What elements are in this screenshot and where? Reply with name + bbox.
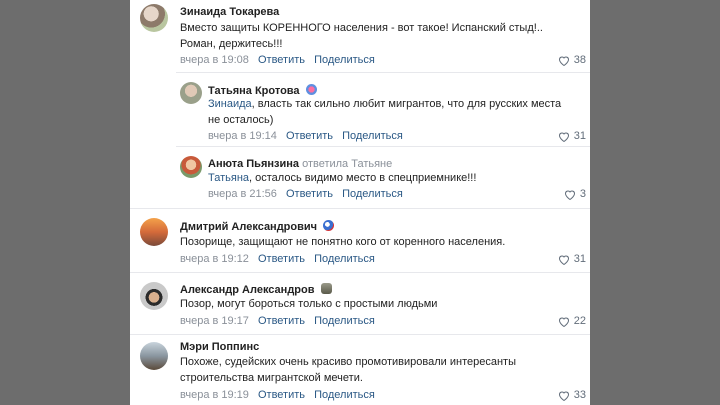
avatar[interactable]	[180, 156, 202, 178]
comment-meta: вчера в 19:19 Ответить Поделиться	[180, 389, 375, 401]
avatar[interactable]	[140, 282, 168, 310]
comment-text: Вместо защиты КОРЕННОГО населения - вот …	[180, 20, 543, 52]
comment-text: Татьяна, осталось видимо место в спецпри…	[208, 170, 476, 186]
comment-line-text: , власть так сильно любит мигрантов, что…	[251, 98, 562, 110]
divider	[130, 272, 590, 273]
like-count: 31	[573, 253, 586, 265]
divider	[130, 334, 590, 335]
comment-meta: вчера в 19:12 Ответить Поделиться	[180, 253, 375, 265]
author-name[interactable]: Зинаида Токарева	[180, 6, 279, 18]
comment-time[interactable]: вчера в 19:12	[180, 253, 249, 265]
reply-button[interactable]: Ответить	[286, 188, 333, 200]
comment-time[interactable]: вчера в 19:19	[180, 389, 249, 401]
heart-icon	[558, 56, 569, 66]
author-name-text[interactable]: Дмитрий Александрович	[180, 221, 317, 233]
comment-line: не осталось)	[208, 114, 274, 126]
like-button[interactable]: 38	[558, 54, 586, 66]
emoji-badge-icon	[320, 283, 332, 294]
share-button[interactable]: Поделиться	[342, 188, 403, 200]
comment-line: Зинаида, власть так сильно любит мигрант…	[208, 96, 561, 112]
reply-button[interactable]: Ответить	[258, 253, 305, 265]
avatar[interactable]	[180, 82, 202, 104]
like-count: 33	[573, 389, 586, 401]
reply-button[interactable]: Ответить	[258, 315, 305, 327]
heart-icon	[558, 255, 569, 265]
divider	[130, 208, 590, 209]
like-button[interactable]: 31	[558, 130, 586, 142]
comment-meta: вчера в 19:14 Ответить Поделиться	[208, 130, 403, 142]
divider	[176, 72, 590, 73]
like-button[interactable]: 33	[558, 389, 586, 401]
comment-text: Позорище, защищают не понятно кого от ко…	[180, 234, 505, 250]
comment-line: Позор, могут бороться только с простыми …	[180, 298, 438, 310]
author-name[interactable]: Александр Александров	[180, 283, 332, 296]
comment-meta: вчера в 21:56 Ответить Поделиться	[208, 188, 403, 200]
comment-line: строительства мигрантской мечети.	[180, 372, 363, 384]
share-button[interactable]: Поделиться	[314, 389, 375, 401]
reply-button[interactable]: Ответить	[286, 130, 333, 142]
comment-time[interactable]: вчера в 19:08	[180, 54, 249, 66]
comment-line: Татьяна, осталось видимо место в спецпри…	[208, 170, 476, 186]
heart-icon	[558, 132, 569, 142]
comment-line: Похоже, судейских очень красиво промотив…	[180, 356, 516, 368]
reply-button[interactable]: Ответить	[258, 389, 305, 401]
author-name[interactable]: Дмитрий Александрович	[180, 220, 335, 233]
avatar[interactable]	[140, 218, 168, 246]
comment-line: Вместо защиты КОРЕННОГО населения - вот …	[180, 22, 543, 34]
comment-line: Роман, держитесь!!!	[180, 38, 283, 50]
author-name[interactable]: Анюта Пьянзина ответила Татьяне	[208, 158, 392, 170]
author-name[interactable]: Мэри Поппинс	[180, 341, 259, 353]
comment-text: Зинаида, власть так сильно любит мигрант…	[208, 96, 561, 128]
like-count: 22	[573, 315, 586, 327]
like-count: 38	[573, 54, 586, 66]
reply-button[interactable]: Ответить	[258, 54, 305, 66]
share-button[interactable]: Поделиться	[314, 54, 375, 66]
comment-time[interactable]: вчера в 19:17	[180, 315, 249, 327]
like-count: 3	[579, 188, 586, 200]
comment-text: Похоже, судейских очень красиво промотив…	[180, 354, 516, 386]
mention-link[interactable]: Зинаида	[208, 98, 252, 110]
comment-line: Позорище, защищают не понятно кого от ко…	[180, 236, 506, 248]
author-name-text[interactable]: Анюта Пьянзина	[208, 158, 299, 170]
like-button[interactable]: 3	[564, 188, 586, 200]
comment-meta: вчера в 19:17 Ответить Поделиться	[180, 315, 375, 327]
flag-badge-icon	[323, 220, 335, 231]
reply-target[interactable]: ответила Татьяне	[302, 158, 392, 170]
heart-icon	[564, 190, 575, 200]
like-button[interactable]: 31	[558, 253, 586, 265]
divider	[176, 146, 590, 147]
share-button[interactable]: Поделиться	[314, 315, 375, 327]
heart-icon	[558, 317, 569, 327]
share-button[interactable]: Поделиться	[342, 130, 403, 142]
comment-time[interactable]: вчера в 19:14	[208, 130, 277, 142]
comments-panel: Зинаида Токарева Вместо защиты КОРЕННОГО…	[130, 0, 590, 405]
avatar[interactable]	[140, 342, 168, 370]
avatar[interactable]	[140, 4, 168, 32]
share-button[interactable]: Поделиться	[314, 253, 375, 265]
mention-link[interactable]: Татьяна	[208, 172, 249, 184]
comment-line-text: , осталось видимо место в спецприемнике!…	[249, 172, 477, 184]
verified-badge-icon	[305, 84, 317, 95]
like-count: 31	[573, 130, 586, 142]
author-name-text[interactable]: Александр Александров	[180, 284, 315, 296]
comment-meta: вчера в 19:08 Ответить Поделиться	[180, 54, 375, 66]
like-button[interactable]: 22	[558, 315, 586, 327]
comment-time[interactable]: вчера в 21:56	[208, 188, 277, 200]
comment-text: Позор, могут бороться только с простыми …	[180, 296, 437, 312]
heart-icon	[558, 391, 569, 401]
